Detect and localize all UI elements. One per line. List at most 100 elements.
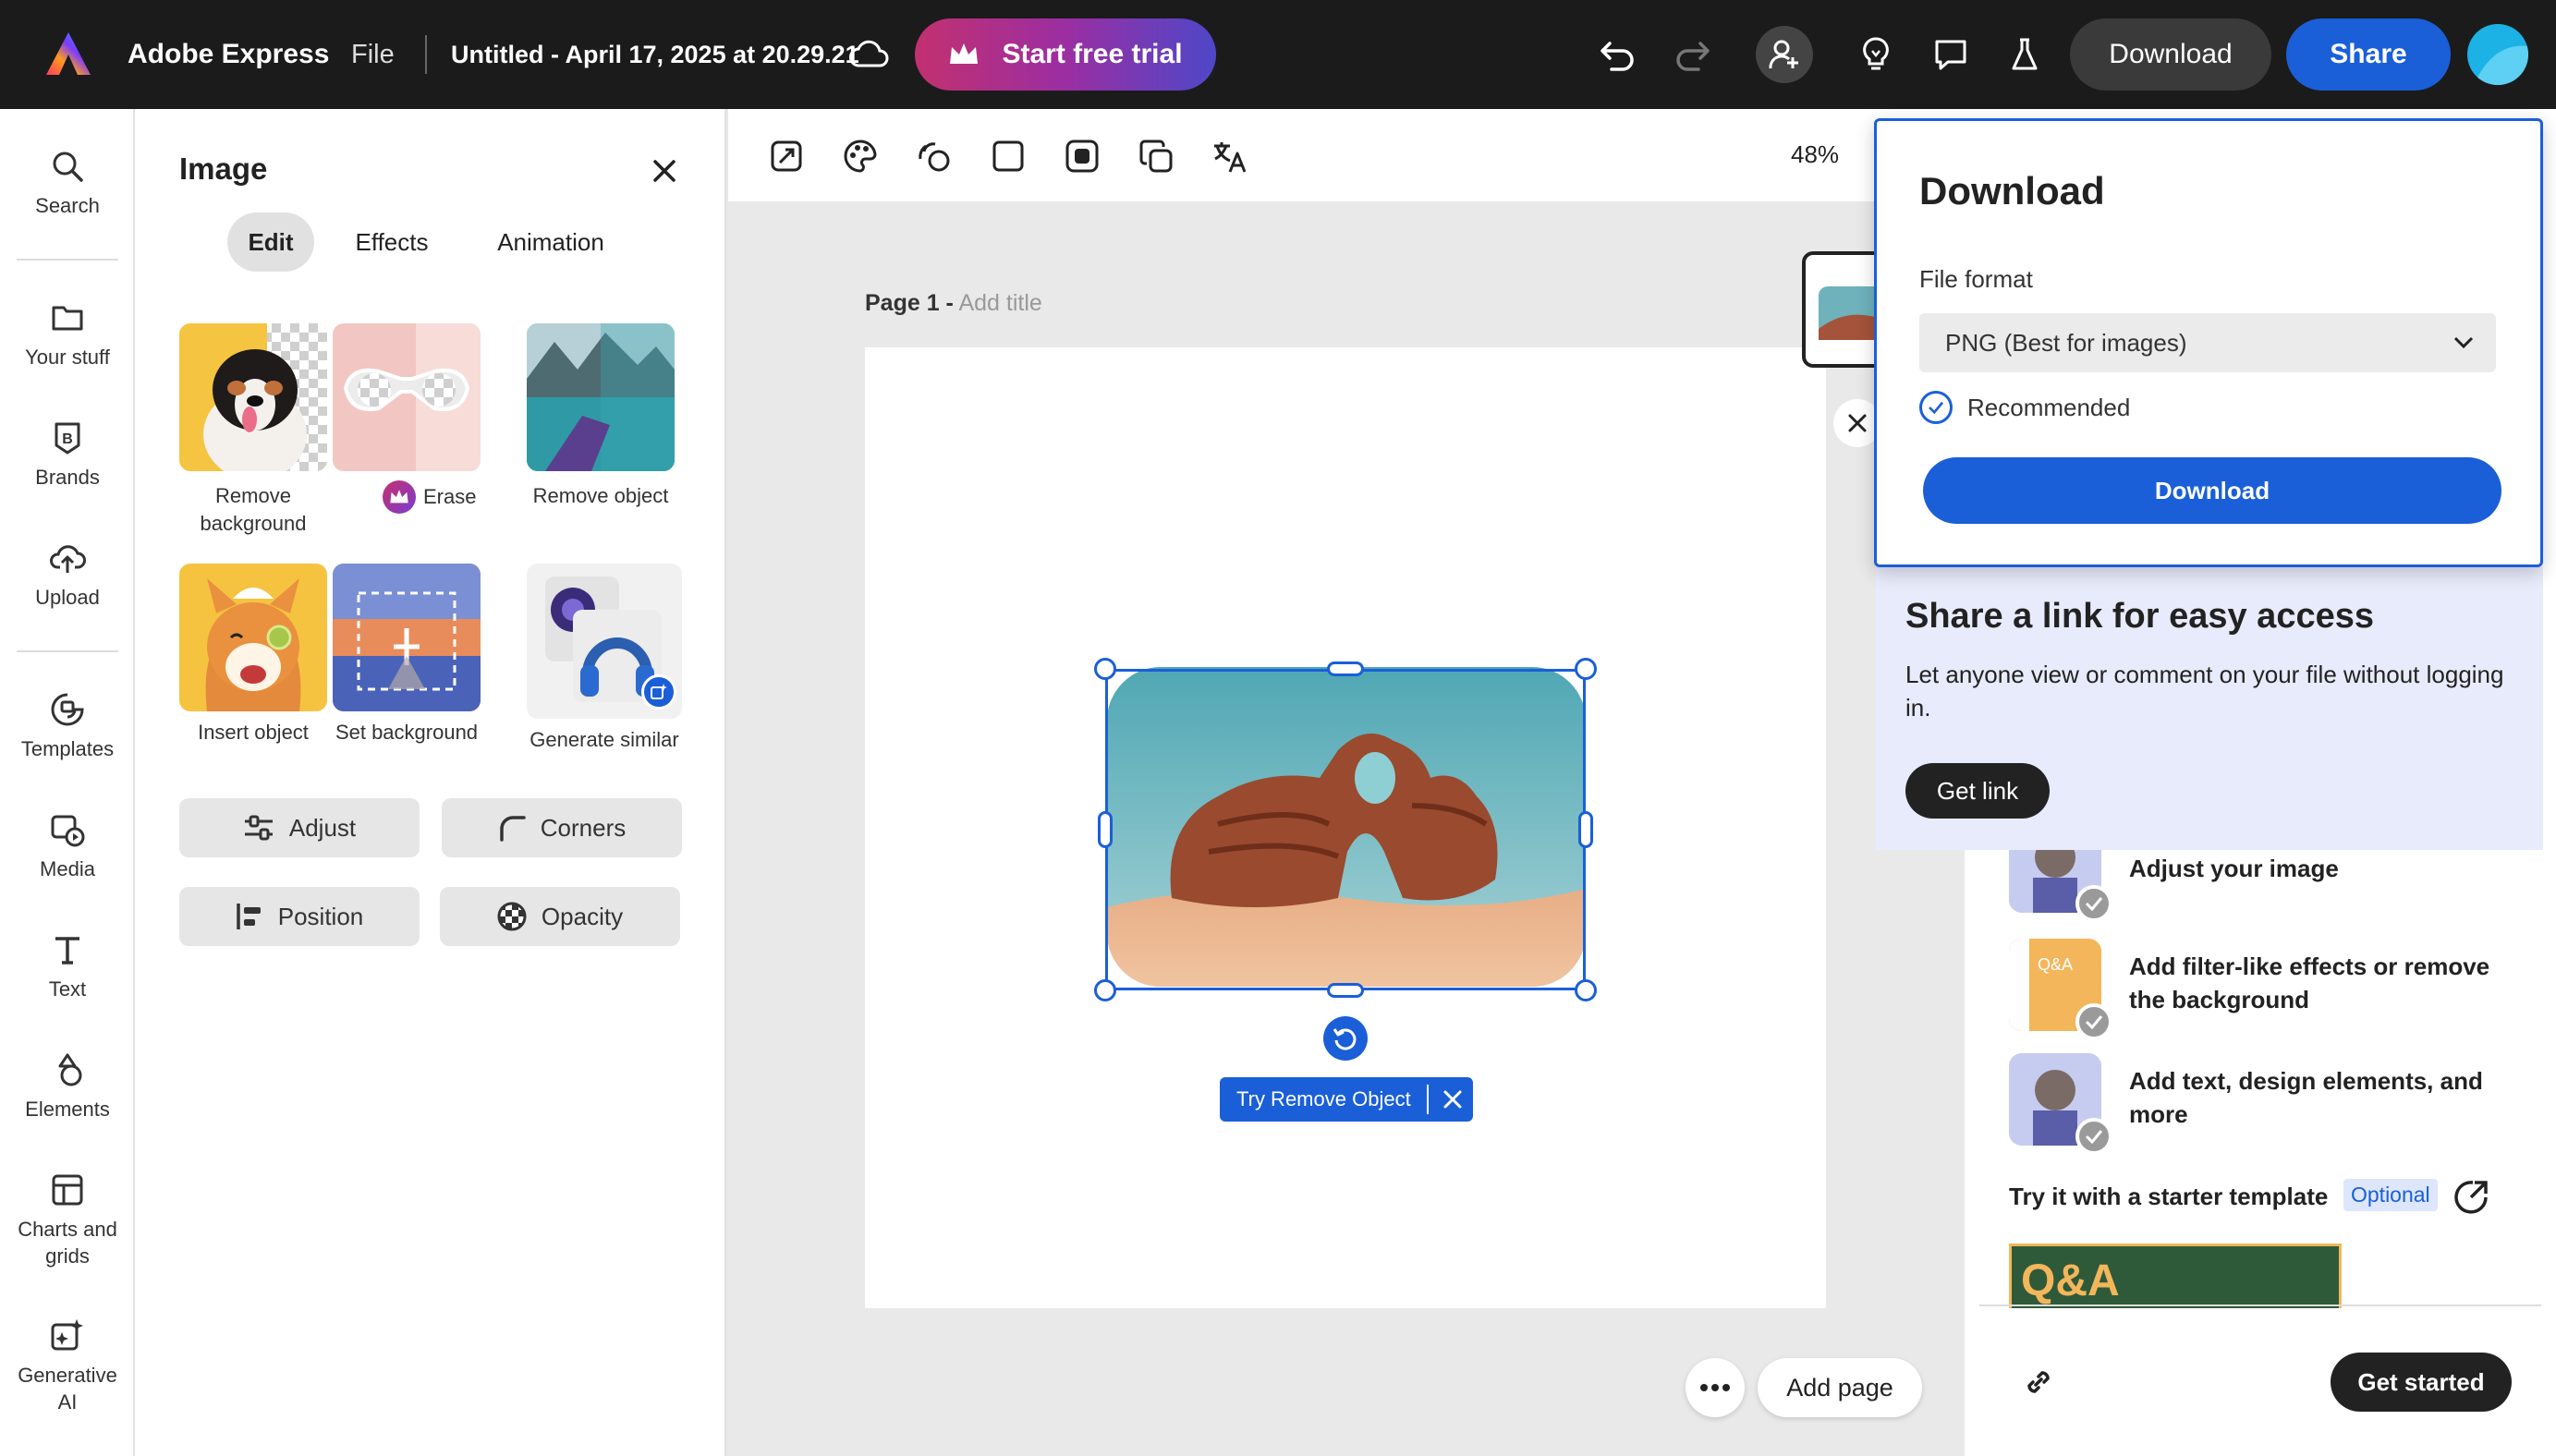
close-panel-icon[interactable] xyxy=(643,150,686,192)
rail-item-search[interactable]: Search xyxy=(0,148,135,219)
redo-icon[interactable] xyxy=(1669,33,1717,76)
title-divider xyxy=(425,35,427,74)
open-external-icon[interactable] xyxy=(2451,1175,2493,1218)
share-popover-title: Share a link for easy access xyxy=(1905,597,2374,636)
link-icon[interactable] xyxy=(2014,1358,2063,1406)
folder-icon xyxy=(52,306,83,331)
more-options-icon[interactable] xyxy=(1686,1358,1745,1417)
media-icon xyxy=(51,815,85,847)
rail-label-text: Text xyxy=(48,977,87,1001)
generate-similar-badge-icon xyxy=(641,674,676,710)
file-format-select[interactable]: PNG (Best for images) xyxy=(1919,313,2496,372)
download-top-button[interactable]: Download xyxy=(2070,18,2271,91)
mask-icon[interactable] xyxy=(1059,133,1105,179)
share-button[interactable]: Share xyxy=(2286,18,2451,91)
rail-item-brands[interactable]: B Brands xyxy=(0,419,135,491)
onboarding-step-text[interactable]: Add text, design elements, and more xyxy=(2009,1053,2526,1155)
rail-item-elements[interactable]: Elements xyxy=(0,1051,135,1122)
rail-label-upload: Upload xyxy=(35,586,100,609)
generate-similar-tile[interactable] xyxy=(527,564,682,719)
dismiss-chip-icon[interactable] xyxy=(1438,1085,1467,1114)
file-format-label: File format xyxy=(1919,265,2033,293)
resize-handle-bottom-right[interactable] xyxy=(1575,979,1597,1001)
rail-item-text[interactable]: Text xyxy=(0,931,135,1002)
app-name[interactable]: Adobe Express xyxy=(128,0,329,109)
resize-handle-bottom[interactable] xyxy=(1327,983,1364,998)
rail-item-charts-and-grids[interactable]: Charts and grids xyxy=(0,1171,135,1269)
insert-object-tile[interactable] xyxy=(179,564,327,711)
document-title[interactable]: Untitled - April 17, 2025 at 20.29.21 xyxy=(451,0,859,109)
rail-label-charts-and-grids: Charts and grids xyxy=(18,1218,117,1268)
text-icon xyxy=(55,937,79,965)
zoom-level[interactable]: 48% xyxy=(1791,140,1839,169)
chevron-down-icon xyxy=(2453,336,2474,349)
set-background-tile[interactable] xyxy=(333,564,481,711)
get-link-label: Get link xyxy=(1936,776,2019,805)
starter-template-thumbnail[interactable]: Q&A xyxy=(2009,1244,2342,1308)
adobe-logo-icon[interactable] xyxy=(41,28,96,79)
opacity-icon xyxy=(497,902,527,931)
position-button[interactable]: Position xyxy=(179,887,420,946)
erase-label: Erase xyxy=(423,485,477,508)
image-panel: Image Edit Effects Animation Remove back… xyxy=(135,109,726,1456)
remove-object-label: Remove object xyxy=(532,484,669,507)
rail-item-media[interactable]: Media xyxy=(0,811,135,882)
rail-item-templates[interactable]: Templates xyxy=(0,691,135,762)
tab-edit[interactable]: Edit xyxy=(227,212,314,272)
rail-item-your-stuff[interactable]: Your stuff xyxy=(0,299,135,370)
rail-item-upload[interactable]: Upload xyxy=(0,540,135,611)
onboarding-step-effects[interactable]: Q&A Add filter-like effects or remove th… xyxy=(2009,939,2526,1040)
palette-icon[interactable] xyxy=(837,133,883,179)
shape-frame-icon[interactable] xyxy=(985,133,1031,179)
sparkle-icon xyxy=(51,1319,83,1351)
resize-handle-bottom-left[interactable] xyxy=(1094,979,1116,1001)
sliders-icon xyxy=(244,815,273,841)
add-page-title[interactable]: Add title xyxy=(958,290,1041,316)
resize-handle-top-right[interactable] xyxy=(1575,658,1597,680)
search-icon xyxy=(53,152,83,182)
svg-text:B: B xyxy=(62,431,73,447)
tab-effects[interactable]: Effects xyxy=(342,212,442,272)
erase-tile[interactable] xyxy=(333,323,481,471)
remove-background-tile[interactable] xyxy=(179,323,327,471)
canvas-workspace: Page 1 - Add title Try Remove Object Add… xyxy=(728,109,1966,1456)
footer-divider xyxy=(1979,1304,2541,1306)
animate-icon[interactable] xyxy=(911,133,957,179)
remove-object-tile[interactable] xyxy=(527,323,675,471)
add-page-button[interactable]: Add page xyxy=(1758,1358,1922,1417)
corners-button[interactable]: Corners xyxy=(442,798,682,857)
cloud-sync-icon[interactable] xyxy=(845,33,893,76)
grid-icon xyxy=(52,1174,83,1206)
avatar[interactable] xyxy=(2467,24,2528,85)
resize-handle-right[interactable] xyxy=(1578,811,1593,848)
lightbulb-icon[interactable] xyxy=(1854,31,1898,78)
rail-item-generative-ai[interactable]: Generative AI xyxy=(0,1317,135,1415)
adjust-label: Adjust xyxy=(288,813,357,842)
try-remove-object-chip[interactable]: Try Remove Object xyxy=(1220,1077,1473,1122)
resize-handle-top[interactable] xyxy=(1327,661,1364,676)
undo-icon[interactable] xyxy=(1593,33,1641,76)
beaker-icon[interactable] xyxy=(2003,31,2046,78)
crown-icon xyxy=(950,43,979,64)
resize-handle-left[interactable] xyxy=(1098,811,1113,848)
opacity-label: Opacity xyxy=(541,902,624,930)
file-menu[interactable]: File xyxy=(351,0,395,109)
start-free-trial-label: Start free trial xyxy=(1002,39,1183,69)
get-started-button[interactable]: Get started xyxy=(2331,1353,2512,1412)
invite-user-icon[interactable] xyxy=(1756,26,1813,83)
start-free-trial-button[interactable]: Start free trial xyxy=(915,18,1216,91)
get-link-button[interactable]: Get link xyxy=(1905,763,2050,819)
resize-handle-top-left[interactable] xyxy=(1094,658,1116,680)
translate-icon[interactable] xyxy=(1207,133,1253,179)
comment-icon[interactable] xyxy=(1928,31,1974,78)
rail-divider xyxy=(17,259,118,261)
tab-animation[interactable]: Animation xyxy=(477,212,625,272)
opacity-button[interactable]: Opacity xyxy=(440,887,680,946)
layers-duplicate-icon[interactable] xyxy=(1133,133,1179,179)
adjust-button[interactable]: Adjust xyxy=(179,798,420,857)
magic-resize-icon[interactable] xyxy=(763,133,809,179)
rotate-handle-icon[interactable] xyxy=(1323,1016,1368,1061)
step-check-icon xyxy=(2075,885,2112,922)
insert-object-label: Insert object xyxy=(198,721,309,744)
download-confirm-button[interactable]: Download xyxy=(1923,457,2501,524)
